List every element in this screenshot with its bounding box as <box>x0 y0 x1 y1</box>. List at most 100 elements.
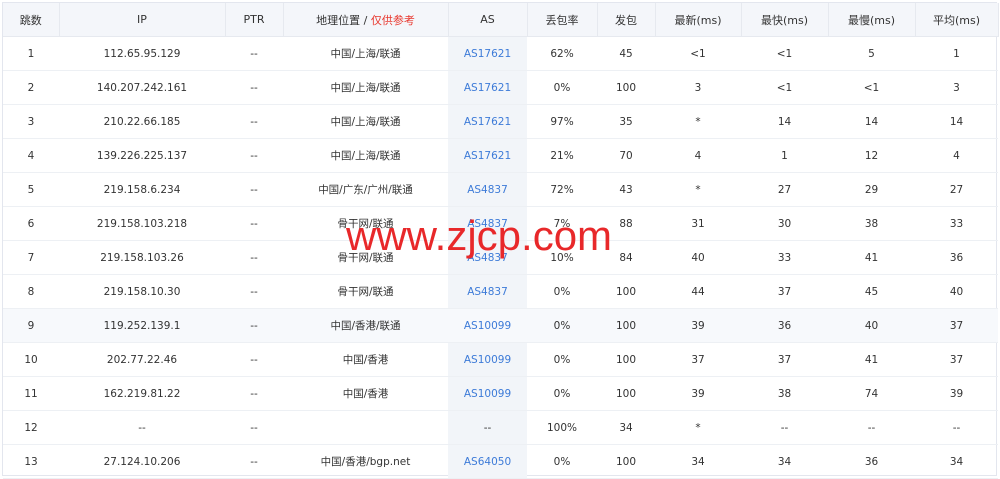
cell-ip: 140.207.242.161 <box>59 70 225 105</box>
col-location: 地理位置 / 仅供参考 <box>283 3 449 37</box>
col-sent: 发包 <box>597 3 656 37</box>
cell-avg: 37 <box>915 342 998 377</box>
cell-sent: 35 <box>597 104 655 139</box>
table-row: 2 140.207.242.161 -- 中国/上海/联通 AS17621 0% 100 3 <… <box>3 70 998 105</box>
cell-location: 骨干网/联通 <box>283 206 448 241</box>
as-link[interactable]: AS4837 <box>467 218 508 230</box>
cell-as: AS4837 <box>448 206 527 241</box>
as-link[interactable]: AS64050 <box>464 456 511 468</box>
traceroute-table: 跳数 IP PTR 地理位置 / 仅供参考 AS 丢包率 发包 最新(ms) 最… <box>3 3 999 479</box>
cell-worst: 36 <box>828 444 915 479</box>
cell-loss: 10% <box>527 240 597 275</box>
cell-loss: 0% <box>527 70 597 105</box>
cell-latest: 39 <box>655 308 741 343</box>
as-link[interactable]: AS4837 <box>467 252 508 264</box>
cell-latest: 44 <box>655 274 741 309</box>
as-link[interactable]: AS10099 <box>464 320 511 332</box>
cell-avg: 4 <box>915 138 998 173</box>
cell-as: -- <box>448 410 527 445</box>
col-avg: 平均(ms) <box>915 3 999 37</box>
cell-best: 33 <box>741 240 828 275</box>
as-link[interactable]: AS10099 <box>464 388 511 400</box>
as-link[interactable]: AS4837 <box>467 286 508 298</box>
table-row: 4 139.226.225.137 -- 中国/上海/联通 AS17621 21% 70 4 1… <box>3 138 998 173</box>
cell-as: AS4837 <box>448 172 527 207</box>
col-loss: 丢包率 <box>527 3 598 37</box>
cell-ptr: -- <box>225 172 283 207</box>
cell-avg: 3 <box>915 70 998 105</box>
cell-worst: 45 <box>828 274 915 309</box>
col-location-sep: / <box>360 13 371 27</box>
cell-worst: 41 <box>828 342 915 377</box>
cell-best: <1 <box>741 70 828 105</box>
as-link[interactable]: AS10099 <box>464 354 511 366</box>
col-best: 最快(ms) <box>741 3 829 37</box>
cell-ip: 219.158.6.234 <box>59 172 225 207</box>
cell-location: 骨干网/联通 <box>283 240 448 275</box>
cell-best: 27 <box>741 172 828 207</box>
table-body: 1 112.65.95.129 -- 中国/上海/联通 AS17621 62% 45 <1 <1… <box>3 36 998 479</box>
cell-best: 30 <box>741 206 828 241</box>
cell-best: 37 <box>741 342 828 377</box>
cell-sent: 88 <box>597 206 655 241</box>
cell-hop: 7 <box>3 240 59 275</box>
cell-avg: 14 <box>915 104 998 139</box>
as-link[interactable]: AS17621 <box>464 150 511 162</box>
cell-ptr: -- <box>225 342 283 377</box>
cell-hop: 2 <box>3 70 59 105</box>
cell-hop: 4 <box>3 138 59 173</box>
cell-ptr: -- <box>225 138 283 173</box>
cell-location: 中国/香港 <box>283 342 448 377</box>
cell-worst: <1 <box>828 70 915 105</box>
cell-hop: 9 <box>3 308 59 343</box>
cell-best: 34 <box>741 444 828 479</box>
cell-hop: 3 <box>3 104 59 139</box>
cell-loss: 0% <box>527 342 597 377</box>
cell-ip: 27.124.10.206 <box>59 444 225 479</box>
as-link[interactable]: AS17621 <box>464 116 511 128</box>
cell-avg: 39 <box>915 376 998 411</box>
cell-loss: 100% <box>527 410 597 445</box>
col-ptr: PTR <box>225 3 284 37</box>
cell-hop: 13 <box>3 444 59 479</box>
cell-worst: 29 <box>828 172 915 207</box>
as-link[interactable]: AS17621 <box>464 82 511 94</box>
cell-worst: 41 <box>828 240 915 275</box>
table-row: 7 219.158.103.26 -- 骨干网/联通 AS4837 10% 84 40 33 41… <box>3 240 998 275</box>
cell-as: AS17621 <box>448 36 527 71</box>
cell-location: 骨干网/联通 <box>283 274 448 309</box>
cell-avg: 1 <box>915 36 998 71</box>
cell-loss: 21% <box>527 138 597 173</box>
table-row: 5 219.158.6.234 -- 中国/广东/广州/联通 AS4837 72% 43 * 2… <box>3 172 998 207</box>
cell-as: AS17621 <box>448 70 527 105</box>
cell-sent: 100 <box>597 274 655 309</box>
cell-hop: 5 <box>3 172 59 207</box>
cell-ip: 210.22.66.185 <box>59 104 225 139</box>
cell-loss: 0% <box>527 376 597 411</box>
cell-location: 中国/上海/联通 <box>283 138 448 173</box>
cell-hop: 6 <box>3 206 59 241</box>
cell-best: 36 <box>741 308 828 343</box>
as-link[interactable]: AS17621 <box>464 48 511 60</box>
cell-sent: 100 <box>597 444 655 479</box>
cell-as: AS17621 <box>448 104 527 139</box>
cell-ptr: -- <box>225 104 283 139</box>
cell-ptr: -- <box>225 206 283 241</box>
cell-as: AS17621 <box>448 138 527 173</box>
cell-best: 37 <box>741 274 828 309</box>
cell-ptr: -- <box>225 308 283 343</box>
cell-loss: 72% <box>527 172 597 207</box>
cell-hop: 10 <box>3 342 59 377</box>
cell-as: AS4837 <box>448 240 527 275</box>
cell-worst: -- <box>828 410 915 445</box>
cell-location: 中国/上海/联通 <box>283 70 448 105</box>
table-row: 12 -- -- -- 100% 34 * -- -- -- <box>3 410 998 445</box>
as-link: -- <box>483 421 492 434</box>
cell-ip: 112.65.95.129 <box>59 36 225 71</box>
cell-ip: 119.252.139.1 <box>59 308 225 343</box>
table-row: 13 27.124.10.206 -- 中国/香港/bgp.net AS64050 0% 1… <box>3 444 998 479</box>
cell-latest: 31 <box>655 206 741 241</box>
as-link[interactable]: AS4837 <box>467 184 508 196</box>
cell-worst: 5 <box>828 36 915 71</box>
cell-avg: 40 <box>915 274 998 309</box>
